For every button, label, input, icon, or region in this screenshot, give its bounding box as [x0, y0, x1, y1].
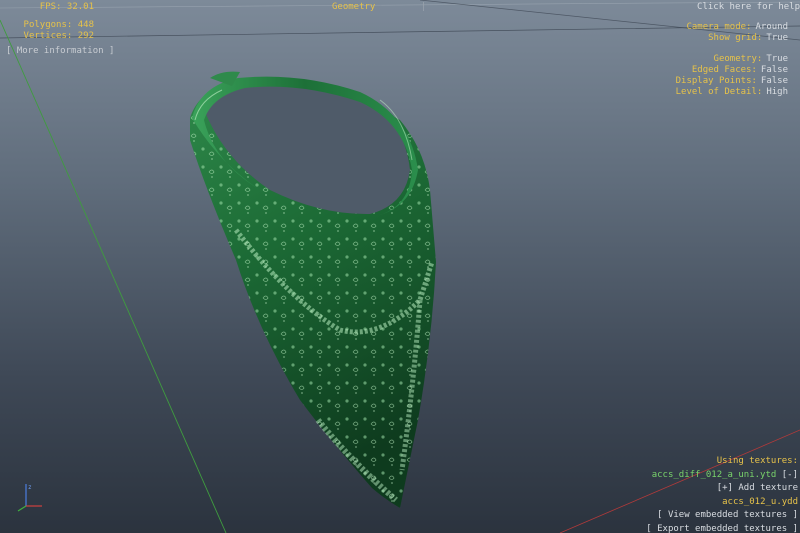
display-points-toggle[interactable]: Display Points: False: [676, 76, 788, 87]
geometry-toggle[interactable]: Geometry: True: [676, 54, 788, 65]
axis-gizmo-icon: z: [17, 484, 42, 512]
edged-faces-toggle[interactable]: Edged Faces: False: [676, 65, 788, 76]
3d-viewport[interactable]: FPS: 32.01 Polygons: 448 Vertices: 292 […: [0, 0, 800, 533]
fps-readout: FPS: 32.01: [39, 2, 94, 12]
texture-file-link[interactable]: accs_diff_012_a_uni.ytd: [652, 470, 777, 481]
more-information-link[interactable]: [ More information ]: [6, 46, 114, 57]
level-of-detail-toggle[interactable]: Level of Detail: High: [676, 87, 788, 98]
export-embedded-textures-button[interactable]: [ Export embedded textures ]: [646, 523, 798, 533]
camera-mode-toggle[interactable]: Camera mode: Around: [676, 22, 788, 33]
texture-entry: accs_diff_012_a_uni.ytd [-]: [646, 469, 798, 483]
add-texture-button[interactable]: [+] Add texture: [646, 482, 798, 496]
model-file-link[interactable]: accs_012_u.ydd: [646, 496, 798, 510]
help-link[interactable]: Click here for help: [697, 2, 800, 13]
view-embedded-textures-button[interactable]: [ View embedded textures ]: [646, 509, 798, 523]
stats-panel: FPS: 32.01 Polygons: 448 Vertices: 292: [8, 2, 94, 42]
view-settings-panel: Camera mode: Around Show grid: True Geom…: [676, 22, 788, 98]
vertices-readout: Vertices: 292: [23, 31, 94, 41]
bandana-model[interactable]: [190, 71, 436, 508]
polygons-readout: Polygons: 448: [23, 20, 94, 30]
show-grid-toggle[interactable]: Show grid: True: [676, 33, 788, 44]
textures-panel: Using textures: accs_diff_012_a_uni.ytd …: [646, 455, 798, 533]
top-toolbar: Geometry |: [332, 2, 426, 13]
remove-texture-button[interactable]: [-]: [782, 470, 798, 481]
toolbar-separator: |: [420, 2, 427, 12]
axis-green-line: [0, 19, 227, 533]
tab-geometry[interactable]: Geometry: [332, 2, 375, 12]
textures-heading: Using textures:: [716, 456, 798, 467]
svg-text:z: z: [28, 484, 32, 491]
